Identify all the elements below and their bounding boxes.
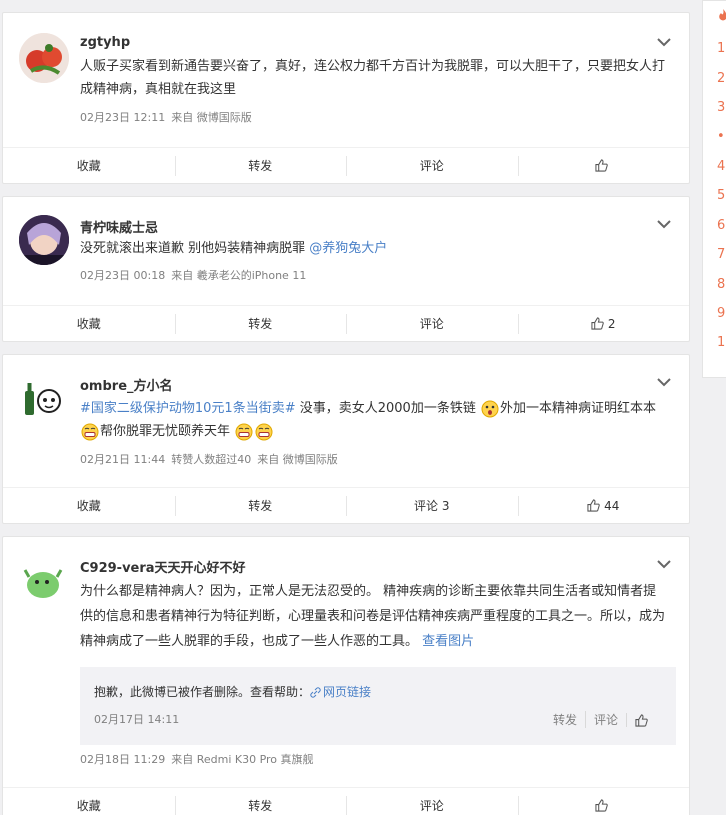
quoted-date[interactable]: 02月17日 14:11 [94,711,179,727]
web-link[interactable]: 网页链接 [310,685,371,699]
post-text: 为什么都是精神病人？因为，正常人是无法忍受的。 精神疾病的诊断主要依靠共同生活者… [80,584,666,649]
post-card: ombre_方小名 #国家二级保护动物10元1条当街卖# 没事，卖女人2000加… [2,354,690,524]
hot-rank[interactable]: 6 [717,218,725,233]
post-meta: 02月23日 00:18 来自 羲承老公的iPhone 11 [80,267,312,283]
grin-emoji-icon [255,423,273,440]
thumbs-up-icon [587,499,600,512]
thumbs-up-icon [591,317,604,330]
hot-list-sidebar: 1 2 3 • 4 5 6 7 8 9 1 [702,0,726,378]
hot-rank[interactable]: 3 [717,100,725,115]
comment-button[interactable]: 评论 [346,148,518,183]
action-bar: 收藏 转发 评论 3 44 [3,487,689,523]
hot-rank[interactable]: 4 [717,159,725,174]
share-button[interactable]: 转发 [174,148,347,183]
comment-button[interactable]: 评论 [346,306,518,341]
grin-emoji-icon [235,423,253,440]
quoted-post[interactable]: 抱歉，此微博已被作者删除。查看帮助： 网页链接 02月17日 14:11 转发 评… [80,667,676,745]
favorite-button[interactable]: 收藏 [3,148,175,183]
like-count: 2 [607,316,616,331]
view-images-link[interactable]: 查看图片 [422,634,474,649]
hot-rank[interactable]: 9 [717,306,725,321]
post-source: 来自 微博国际版 [257,453,338,466]
hashtag-link[interactable]: #国家二级保护动物10元1条当街卖# [80,401,296,416]
favorite-button[interactable]: 收藏 [3,306,175,341]
like-button[interactable] [517,788,690,815]
repost-count-note: 转赞人数超过40 [171,453,252,466]
hot-rank[interactable]: • [717,129,725,144]
post-source: 来自 Redmi K30 Pro 真旗舰 [171,753,314,766]
comment-button[interactable]: 评论 3 [346,488,518,523]
author-name[interactable]: 青柠味威士忌 [80,217,158,236]
post-text: 没死就滚出来道歉 别他妈装精神病脱罪 @养狗兔大户 [80,241,388,256]
post-meta: 02月21日 11:44 转赞人数超过40 来自 微博国际版 [80,451,344,467]
hot-rank[interactable]: 1 [717,335,725,350]
chevron-down-icon[interactable] [657,37,671,47]
avatar[interactable] [19,215,69,265]
avatar[interactable] [19,373,69,423]
grin-emoji-icon [81,423,99,440]
action-bar: 收藏 转发 评论 [3,787,689,815]
like-button[interactable]: 44 [517,488,690,523]
thumbs-up-icon [595,799,608,812]
quoted-like-button[interactable] [626,712,656,727]
hot-rank[interactable]: 7 [717,247,725,262]
shocked-emoji-icon [481,400,499,417]
author-name[interactable]: ombre_方小名 [80,375,173,394]
post-text: 人贩子买家看到新通告要兴奋了，真好，连公权力都千方百计为我脱罪，可以大胆干了，只… [80,59,666,97]
hot-rank[interactable]: 2 [717,71,725,86]
mention-link[interactable]: @养狗兔大户 [309,241,387,256]
like-button[interactable]: 2 [517,306,690,341]
thumbs-up-icon [635,713,648,727]
chevron-down-icon[interactable] [657,219,671,229]
post-date[interactable]: 02月18日 11:29 [80,753,165,766]
hot-rank[interactable]: 8 [717,277,725,292]
post-card: 青柠味威士忌 没死就滚出来道歉 别他妈装精神病脱罪 @养狗兔大户 02月23日 … [2,196,690,342]
post-meta: 02月23日 12:11 来自 微博国际版 [80,109,258,125]
flame-icon [719,9,726,21]
share-button[interactable]: 转发 [174,488,347,523]
post-date[interactable]: 02月23日 12:11 [80,111,165,124]
quoted-deleted-notice: 抱歉，此微博已被作者删除。查看帮助： 网页链接 [94,685,372,699]
post-source: 来自 羲承老公的iPhone 11 [171,269,307,282]
hot-rank[interactable]: 5 [717,188,725,203]
post-card: zgtyhp 人贩子买家看到新通告要兴奋了，真好，连公权力都千方百计为我脱罪，可… [2,12,690,184]
action-bar: 收藏 转发 评论 [3,147,689,183]
post-meta: 02月18日 11:29 来自 Redmi K30 Pro 真旗舰 [80,751,320,767]
chevron-down-icon[interactable] [657,559,671,569]
comment-button[interactable]: 评论 [346,788,518,815]
avatar[interactable] [19,555,69,605]
post-date[interactable]: 02月23日 00:18 [80,269,165,282]
share-button[interactable]: 转发 [174,788,347,815]
post-date[interactable]: 02月21日 11:44 [80,453,165,466]
quoted-comment-button[interactable]: 评论 [584,711,626,728]
like-count: 44 [604,498,620,513]
share-button[interactable]: 转发 [174,306,347,341]
action-bar: 收藏 转发 评论 2 [3,305,689,341]
favorite-button[interactable]: 收藏 [3,788,175,815]
chevron-down-icon[interactable] [657,377,671,387]
quoted-actions: 转发 评论 [545,711,656,728]
post-source: 来自 微博国际版 [171,111,252,124]
link-icon [310,687,321,698]
quoted-share-button[interactable]: 转发 [545,711,585,728]
avatar[interactable] [19,33,69,83]
hot-rank[interactable]: 1 [717,41,725,56]
like-button[interactable] [517,148,690,183]
author-name[interactable]: C929-vera天天开心好不好 [80,557,246,576]
post-text: #国家二级保护动物10元1条当街卖# 没事，卖女人2000加一条铁链 外加一本精… [80,400,656,440]
favorite-button[interactable]: 收藏 [3,488,175,523]
post-card: C929-vera天天开心好不好 为什么都是精神病人？因为，正常人是无法忍受的。… [2,536,690,815]
author-name[interactable]: zgtyhp [80,35,130,50]
thumbs-up-icon [595,159,608,172]
